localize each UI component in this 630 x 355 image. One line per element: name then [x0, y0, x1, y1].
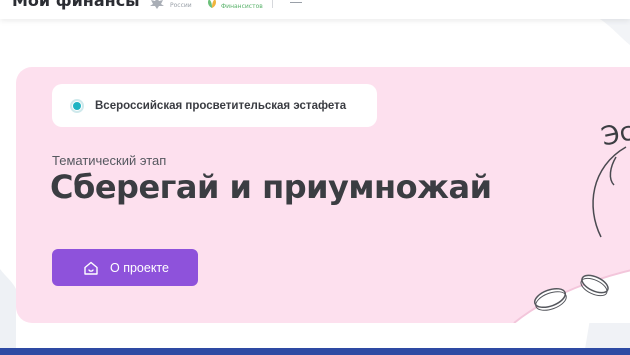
partner-caption: Финансистов	[221, 2, 263, 10]
partner-logo-ministry[interactable]: России	[148, 0, 192, 10]
illustration-letters: Эс	[599, 117, 630, 153]
coin-icon	[580, 274, 609, 297]
about-project-label: О проекте	[110, 260, 169, 275]
status-dot-icon	[70, 98, 84, 113]
relay-badge: Всероссийская просветительская эстафета	[52, 84, 377, 127]
stage-title: Сберегай и приумножай	[50, 168, 492, 206]
coin-icon	[533, 287, 567, 311]
brand-logo[interactable]: Мои финансы	[12, 0, 140, 10]
partner-logo-association[interactable]: Финансистов	[206, 0, 263, 10]
stage-subtitle: Тематический этап	[52, 153, 167, 168]
site-header: Мои финансы России Финансистов	[0, 0, 630, 19]
about-project-button[interactable]: О проекте	[52, 249, 198, 286]
header-divider	[272, 0, 273, 8]
home-icon	[84, 261, 98, 275]
hero-banner: Эс Всероссийская просветительская эстафе…	[16, 67, 630, 323]
menu-icon[interactable]	[290, 0, 302, 3]
relay-badge-text: Всероссийская просветительская эстафета	[95, 99, 347, 112]
leaf-logo-icon	[208, 0, 216, 8]
footer-bar	[0, 348, 630, 355]
partner-caption: России	[170, 1, 192, 9]
emblem-icon	[150, 0, 164, 9]
